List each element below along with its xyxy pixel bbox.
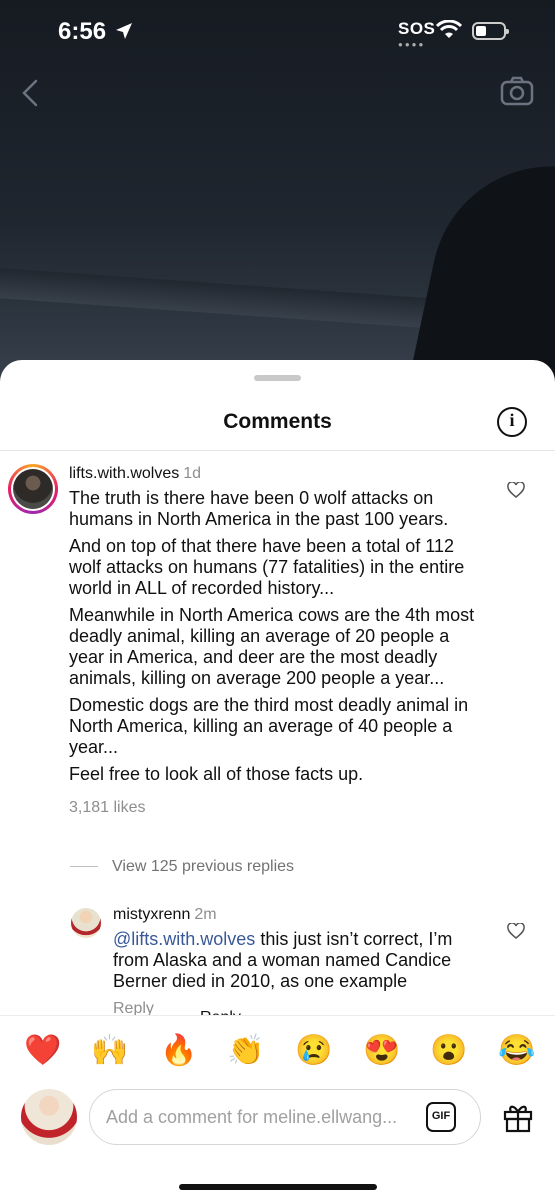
commenter-avatar[interactable] (8, 464, 58, 514)
fire-emoji[interactable]: 🔥 (160, 1034, 197, 1068)
current-user-avatar (21, 1089, 77, 1145)
comment-input-placeholder: Add a comment for meline.ellwang... (106, 1107, 398, 1127)
back-chevron-icon[interactable] (18, 78, 42, 108)
camera-icon[interactable] (500, 76, 534, 106)
signal-dots-icon: ●●●● (398, 40, 426, 49)
tears-of-joy-emoji[interactable]: 😂 (498, 1034, 535, 1068)
reply-text: @lifts.with.wolves this just isn’t corre… (113, 929, 483, 992)
gift-icon[interactable] (502, 1101, 534, 1133)
header-divider (0, 450, 555, 451)
comment-like-heart-icon[interactable] (507, 482, 525, 498)
reply-comment: mistyxrenn 2m @lifts.with.wolves this jus… (113, 905, 483, 992)
gif-label: GIF (431, 1110, 451, 1122)
replies-divider-line (70, 866, 98, 868)
comment-paragraph: Feel free to look all of those facts up. (69, 764, 364, 784)
comment-meta: 3,181 likesReply (69, 799, 489, 1026)
comment: lifts.with.wolves 1d The truth is there h… (69, 464, 489, 1026)
reply-header: mistyxrenn 2m (113, 905, 483, 925)
red-heart-emoji[interactable]: ❤️ (24, 1034, 61, 1068)
surprised-face-emoji[interactable]: 😮 (430, 1034, 467, 1068)
comment-input[interactable]: Add a comment for meline.ellwang... GIF (89, 1089, 481, 1145)
sheet-title: Comments (223, 410, 332, 433)
location-arrow-icon (116, 23, 132, 39)
info-icon: i (509, 410, 515, 430)
status-bar: 6:56 SOS ●●●● (0, 0, 555, 66)
comment-paragraph: Meanwhile in North America cows are the … (69, 605, 475, 688)
comment-paragraph: And on top of that there have been a tot… (69, 536, 465, 598)
comment-header: lifts.with.wolves 1d (69, 464, 489, 484)
heart-eyes-emoji[interactable]: 😍 (363, 1034, 400, 1068)
view-replies-label: View 125 previous replies (112, 858, 295, 875)
comment-paragraph: Domestic dogs are the third most deadly … (69, 695, 469, 757)
wifi-icon (436, 20, 462, 38)
view-previous-replies-button[interactable]: View 125 previous replies (70, 858, 294, 876)
status-time: 6:56 (58, 18, 107, 45)
comment-age: 1d (183, 465, 202, 482)
comment-paragraph: The truth is there have been 0 wolf atta… (69, 488, 449, 529)
comments-sheet: Comments i lifts.with.wolves 1d The truth… (0, 360, 555, 1200)
battery-icon (472, 22, 509, 40)
clapping-hands-emoji[interactable]: 👏 (227, 1034, 264, 1068)
quick-emoji-bar: ❤️ 🙌 🔥 👏 😢 😍 😮 😂 (0, 1015, 555, 1086)
comment-likes[interactable]: 3,181 likes (69, 799, 146, 816)
crying-face-emoji[interactable]: 😢 (295, 1034, 332, 1068)
reply-username[interactable]: mistyxrenn (113, 906, 190, 923)
gif-button[interactable]: GIF (426, 1102, 456, 1132)
info-button[interactable]: i (497, 407, 527, 437)
reply-like-heart-icon[interactable] (507, 923, 525, 939)
home-indicator[interactable] (179, 1184, 377, 1190)
comment-username[interactable]: lifts.with.wolves (69, 465, 179, 482)
sheet-grabber[interactable] (254, 375, 301, 381)
reply-avatar[interactable] (71, 908, 101, 938)
raising-hands-emoji[interactable]: 🙌 (91, 1034, 128, 1068)
reply-mention-link[interactable]: @lifts.with.wolves (113, 929, 255, 949)
reply-age: 2m (194, 906, 217, 923)
sos-indicator: SOS (398, 19, 436, 38)
